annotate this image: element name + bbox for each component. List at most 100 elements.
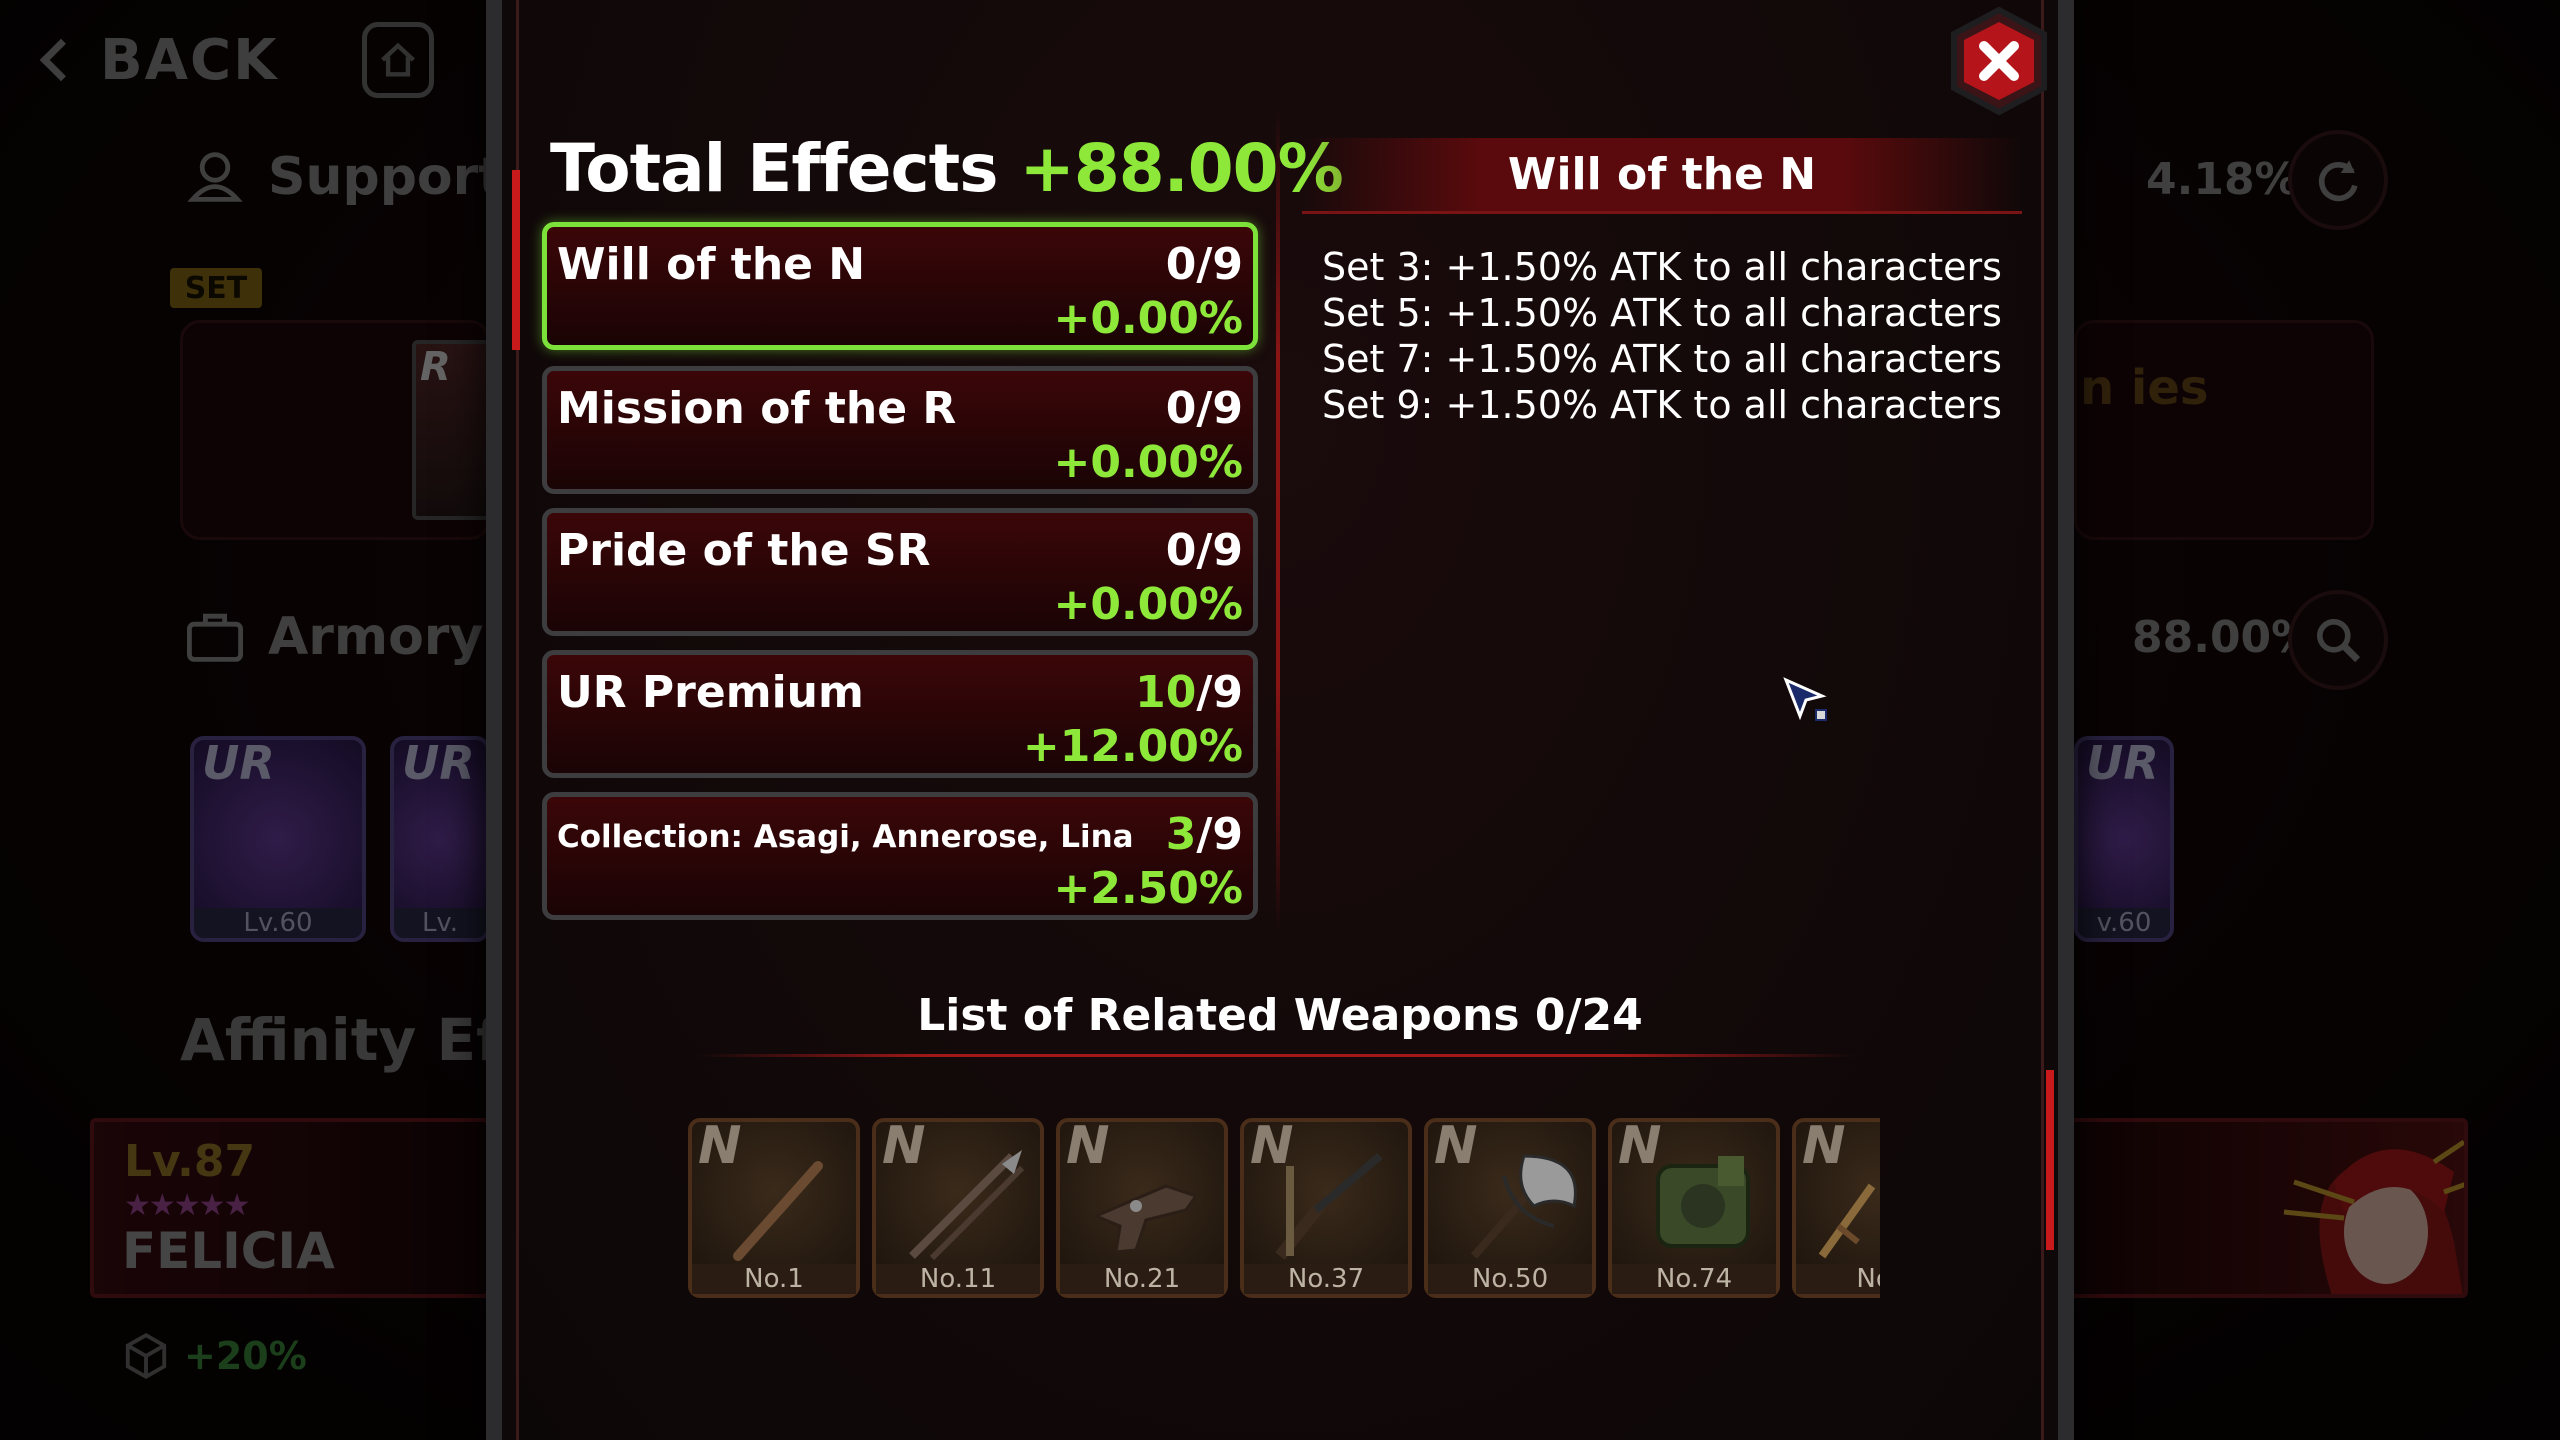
set-count-have: 10 [1135,667,1197,718]
weapon-rank: N [698,1118,742,1176]
refresh-icon [2318,160,2358,202]
character-level: Lv.87 [124,1136,256,1187]
weapon-rank: N [1066,1118,1110,1176]
armory-card[interactable]: UR v.60 [2074,736,2174,942]
chevron-left-icon [39,38,83,82]
support-stat: 4.18% [2146,154,2299,205]
weapon-number: No.50 [1428,1264,1592,1294]
support-right-text: n ies [2080,360,2209,416]
pointer-cursor-icon [1783,677,1827,721]
character-portrait-banner[interactable] [2030,1118,2468,1298]
detail-title: Will of the N [1302,138,2022,214]
bonus-indicator: +20% [120,1330,307,1382]
detail-line: Set 7: +1.50% ATK to all characters [1322,337,2002,381]
weapon-tile[interactable]: N No. [1792,1118,1880,1298]
weapon-rank: N [1250,1118,1294,1176]
set-count-have: 0 [1165,525,1197,576]
weapons-list[interactable]: N No.1 N No.11 N No.21 N No.37 N No.50 N No.74 N No. [688,1118,1880,1298]
set-bonus: +12.00% [1022,721,1243,772]
set-card[interactable]: UR Premium 10/9 +12.00% [542,650,1258,778]
set-count-have: 3 [1165,809,1197,860]
weapon-tile[interactable]: N No.1 [688,1118,860,1298]
cube-icon [125,1332,167,1380]
armory-card[interactable]: UR Lv.60 [190,736,366,942]
set-bonus: +0.00% [1053,437,1243,488]
set-count-max: /9 [1196,383,1243,434]
set-count-have: 0 [1165,383,1197,434]
set-count-max: /9 [1196,239,1243,290]
weapon-number: No.11 [876,1264,1040,1294]
set-name: Mission of the R [557,383,957,434]
support-icon [180,142,250,212]
set-count: 0/9 [1166,525,1243,576]
set-name: UR Premium [557,667,864,718]
weapon-tile[interactable]: N No.50 [1424,1118,1596,1298]
support-card[interactable]: R [412,340,492,520]
weapon-tile[interactable]: N No.37 [1240,1118,1412,1298]
weapons-list-underline [696,1054,1856,1057]
back-button[interactable]: BACK [39,27,279,93]
scroll-indicator[interactable] [2046,1070,2054,1250]
set-name: Collection: Asagi, Annerose, Lina [557,819,1134,855]
set-bonus: +0.00% [1053,293,1243,344]
search-button[interactable] [2288,590,2388,690]
weapon-number: No.74 [1612,1264,1776,1294]
accent-bar [512,170,520,350]
set-count-max: /9 [1196,525,1243,576]
set-card[interactable]: Mission of the R 0/9 +0.00% [542,366,1258,494]
weapon-rank: N [1618,1118,1662,1176]
character-banner[interactable]: Lv.87 ★★★★★ FELICIA [90,1118,490,1298]
column-divider [1276,110,1280,930]
detail-line: Set 9: +1.50% ATK to all characters [1322,383,2002,427]
home-icon [381,42,415,77]
set-count: 3/9 [1166,809,1243,860]
set-effects-modal: Total Effects +88.00% Will of the N 0/9 +0… [486,0,2074,1440]
weapon-number: No.37 [1244,1264,1408,1294]
armory-icon [180,602,250,672]
set-card[interactable]: Will of the N 0/9 +0.00% [542,222,1258,350]
total-effects: Total Effects +88.00% [550,130,1344,207]
support-panel-right [2074,320,2374,540]
back-label: BACK [100,27,279,93]
weapon-rank: N [1434,1118,1478,1176]
set-card[interactable]: Collection: Asagi, Annerose, Lina 3/9 +2.5… [542,792,1258,920]
set-count-max: /9 [1196,809,1243,860]
weapon-tile[interactable]: N No.21 [1056,1118,1228,1298]
armory-section-title: Armory [180,602,483,672]
close-button[interactable] [1944,6,2054,116]
set-bonus: +0.00% [1053,579,1243,630]
total-effects-label: Total Effects [550,130,999,207]
home-button[interactable] [362,22,434,98]
detail-lines: Set 3: +1.50% ATK to all characters Set … [1322,244,2002,428]
search-icon [2317,619,2361,663]
weapon-number: No.21 [1060,1264,1224,1294]
set-tag: SET [170,268,262,308]
set-count-have: 0 [1165,239,1197,290]
set-count: 0/9 [1166,383,1243,434]
close-icon [1951,6,2047,116]
weapon-tile[interactable]: N No.74 [1608,1118,1780,1298]
set-card[interactable]: Pride of the SR 0/9 +0.00% [542,508,1258,636]
character-stars: ★★★★★ [124,1188,250,1223]
set-name: Will of the N [557,239,866,290]
detail-line: Set 3: +1.50% ATK to all characters [1322,245,2002,289]
set-count: 10/9 [1135,667,1243,718]
character-portrait [2283,1139,2464,1294]
weapon-rank: N [882,1118,926,1176]
weapon-number: No. [1796,1264,1880,1294]
total-effects-value: +88.00% [1019,130,1344,207]
weapons-list-title: List of Related Weapons 0/24 [917,990,1643,1041]
set-bonus: +2.50% [1053,863,1243,914]
set-count: 0/9 [1166,239,1243,290]
armory-card[interactable]: UR Lv. [390,736,490,942]
set-count-max: /9 [1196,667,1243,718]
set-name: Pride of the SR [557,525,931,576]
support-section-title: Support [180,142,503,212]
character-name: FELICIA [122,1222,335,1280]
weapon-tile[interactable]: N No.11 [872,1118,1044,1298]
detail-line: Set 5: +1.50% ATK to all characters [1322,291,2002,335]
weapon-rank: N [1802,1118,1846,1176]
game-screen: { "background": { "back_label": "BACK", … [0,0,2560,1440]
weapon-number: No.1 [692,1264,856,1294]
refresh-button[interactable] [2288,130,2388,230]
